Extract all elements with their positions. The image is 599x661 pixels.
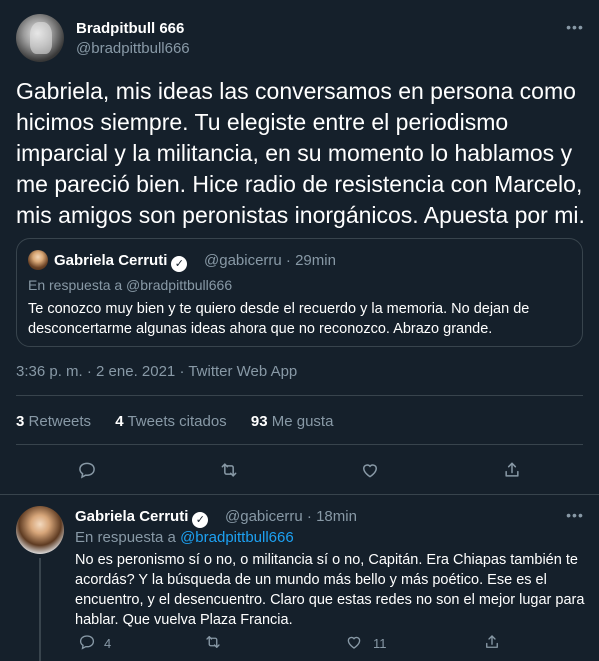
tweet-text: Gabriela, mis ideas las conversamos en p… — [16, 78, 585, 228]
retweet-icon[interactable] — [219, 460, 239, 480]
avatar — [28, 250, 48, 270]
reply-handle-time[interactable]: @gabicerru · 18min — [225, 508, 357, 525]
author-handle[interactable]: @bradpittbull666 — [76, 40, 190, 57]
reply-to-link[interactable]: @bradpittbull666 — [180, 529, 294, 546]
tweet-stats: 3 Retweets 4 Tweets citados 93 Me gusta — [16, 413, 353, 430]
reply-icon[interactable] — [77, 460, 97, 480]
quoted-author-name: Gabriela Cerruti ✓ — [54, 252, 188, 272]
likes-label: Me gusta — [271, 413, 334, 430]
tweet-thread-page: Bradpitbull 666 @bradpittbull666 ••• Gab… — [0, 0, 599, 661]
divider — [16, 395, 583, 396]
retweets-count: 3 — [16, 413, 25, 430]
quotes-stat[interactable]: 4 Tweets citados — [115, 413, 226, 430]
more-icon[interactable]: ••• — [564, 20, 586, 34]
retweets-stat[interactable]: 3 Retweets — [16, 413, 91, 430]
verified-badge-icon: ✓ — [171, 256, 188, 272]
like-count: 11 — [373, 636, 387, 651]
reply-to: En respuesta a @bradpittbull666 — [75, 529, 294, 546]
retweet-icon[interactable] — [204, 633, 222, 651]
avatar[interactable] — [16, 14, 64, 62]
thread-line — [39, 558, 41, 661]
like-icon[interactable] — [360, 460, 380, 480]
quoted-tweet[interactable]: Gabriela Cerruti ✓ @gabicerru · 29min En … — [16, 238, 583, 347]
quoted-author-name-text: Gabriela Cerruti — [54, 252, 168, 269]
divider — [16, 444, 583, 445]
reply-author-name-text: Gabriela Cerruti — [75, 508, 189, 525]
quoted-tweet-text: Te conozco muy bien y te quiero desde el… — [28, 301, 530, 337]
share-icon[interactable] — [502, 460, 522, 480]
avatar[interactable] — [16, 506, 64, 554]
verified-badge-icon: ✓ — [192, 512, 209, 528]
quotes-count: 4 — [115, 413, 124, 430]
tweet-timestamp[interactable]: 3:36 p. m. · 2 ene. 2021 · Twitter Web A… — [16, 363, 297, 380]
retweets-label: Retweets — [28, 413, 92, 430]
likes-stat[interactable]: 93 Me gusta — [251, 413, 334, 430]
quotes-label: Tweets citados — [127, 413, 227, 430]
reply-author-name[interactable]: Gabriela Cerruti ✓ — [75, 508, 209, 528]
quoted-handle-time: @gabicerru · 29min — [204, 252, 336, 269]
reply-tweet-text: No es peronismo sí o no, o militancia sí… — [75, 552, 585, 628]
likes-count: 93 — [250, 413, 268, 430]
like-icon[interactable] — [345, 633, 363, 651]
divider — [0, 494, 599, 495]
share-icon[interactable] — [483, 633, 501, 651]
main-tweet-header: Bradpitbull 666 @bradpittbull666 ••• — [16, 12, 587, 64]
author-name[interactable]: Bradpitbull 666 — [76, 20, 184, 37]
quoted-reply-to: En respuesta a @bradpittbull666 — [28, 277, 233, 293]
reply-to-prefix: En respuesta a — [75, 529, 176, 546]
more-icon[interactable]: ••• — [564, 508, 586, 522]
reply-count: 4 — [104, 636, 112, 651]
reply-icon[interactable] — [78, 633, 96, 651]
